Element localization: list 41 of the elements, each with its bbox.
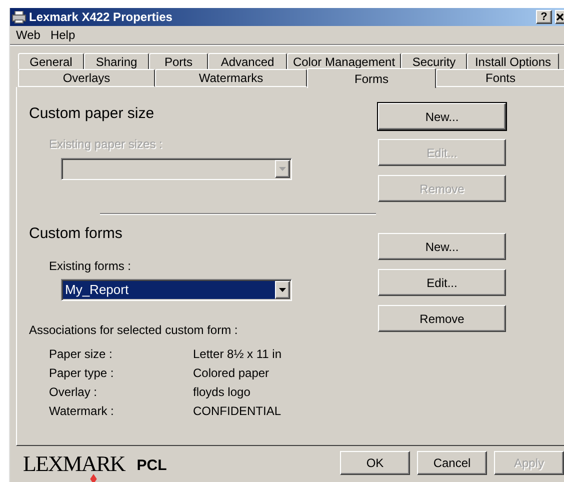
menu-item[interactable]: Web — [12, 26, 44, 44]
tab[interactable]: Advanced — [208, 53, 287, 69]
menu-item[interactable]: Help — [46, 26, 80, 44]
printer-icon — [12, 10, 26, 24]
logo-suffix: PCL — [136, 458, 167, 472]
close-button[interactable] — [555, 10, 564, 24]
property-value: floyds logo — [193, 384, 250, 401]
tab[interactable]: Forms — [307, 68, 436, 88]
caret-icon — [279, 288, 286, 292]
dropdown-arrow-button[interactable] — [275, 281, 290, 299]
property-value: Letter 8½ x 11 in — [193, 346, 282, 363]
property-label: Watermark : — [49, 403, 115, 420]
section-heading: Associations for selected custom form : — [29, 322, 239, 339]
dialog-button[interactable]: Edit... — [378, 269, 506, 296]
tab[interactable]: Install Options — [467, 53, 559, 69]
tab[interactable]: General — [18, 53, 84, 69]
caret-icon — [279, 167, 286, 171]
tab[interactable]: Fonts — [436, 69, 564, 87]
property-value: Colored paper — [193, 365, 270, 382]
tab[interactable]: Overlays — [18, 69, 155, 87]
property-label: Overlay : — [49, 384, 98, 401]
section-heading: Custom paper size — [29, 105, 156, 123]
dialog-button[interactable]: Remove — [378, 305, 506, 332]
diamond-icon — [90, 474, 97, 482]
help-button[interactable]: ? — [536, 10, 552, 24]
tab[interactable]: Sharing — [84, 53, 149, 69]
dropdown-value: My_Report — [63, 281, 275, 299]
dialog-button[interactable]: OK — [340, 451, 410, 475]
property-label: Paper type : — [49, 365, 115, 382]
field-label: Existing forms : — [49, 258, 132, 275]
property-value: CONFIDENTIAL — [193, 403, 282, 420]
dropdown-field[interactable]: My_Report — [61, 279, 292, 301]
section-heading: Custom forms — [29, 225, 124, 243]
property-label: Paper size : — [49, 346, 114, 363]
dialog-button[interactable]: Cancel — [417, 451, 487, 475]
dialog-button[interactable]: New... — [378, 233, 506, 260]
brand-logo: LEXMARK — [23, 454, 125, 472]
tab[interactable]: Ports — [149, 53, 208, 69]
tab[interactable]: Watermarks — [155, 69, 307, 87]
close-icon — [556, 13, 564, 21]
window-title: Lexmark X422 Properties — [29, 9, 174, 26]
